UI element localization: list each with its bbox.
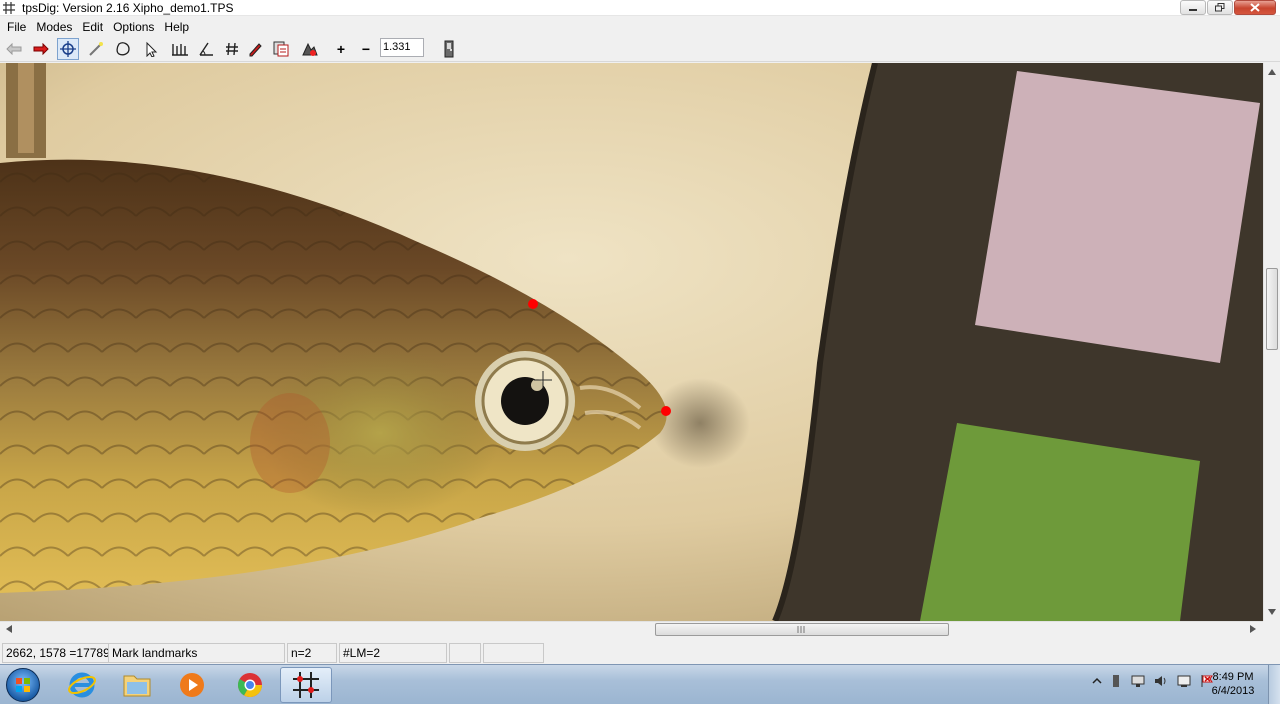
copy-image-icon	[273, 41, 289, 57]
close-icon	[1250, 3, 1260, 12]
horizontal-scroll-thumb[interactable]	[655, 623, 949, 636]
taskbar-chrome[interactable]	[224, 667, 276, 703]
status-landmark-count: n=2	[287, 643, 337, 663]
zoom-in-button[interactable]: +	[330, 38, 352, 60]
window-controls	[1180, 0, 1276, 15]
door-exit-icon	[444, 40, 454, 58]
file-explorer-icon	[123, 675, 151, 697]
media-player-icon	[180, 673, 204, 697]
status-mode: Mark landmarks	[109, 643, 285, 663]
menu-bar: File Modes Edit Options Help	[0, 17, 1280, 36]
volume-icon[interactable]	[1153, 673, 1169, 689]
restore-button[interactable]	[1207, 0, 1233, 15]
hash-icon	[226, 42, 238, 56]
system-clock[interactable]: 8:49 PM 6/4/2013	[1206, 670, 1260, 698]
minimize-button[interactable]	[1180, 0, 1206, 15]
action-center-icon[interactable]	[1176, 673, 1192, 689]
taskbar: 8:49 PM 6/4/2013	[0, 664, 1280, 704]
back-arrow-icon	[6, 43, 22, 55]
scroll-up-icon	[1268, 69, 1276, 75]
grip-icon	[797, 626, 805, 633]
status-field-5	[449, 643, 481, 663]
ruler-tool-button[interactable]	[169, 38, 191, 60]
status-coords: 2662, 1578 =17789E	[2, 643, 109, 663]
show-hidden-icon[interactable]	[1092, 676, 1102, 686]
scroll-corner	[1263, 621, 1280, 637]
vertical-scrollbar[interactable]	[1263, 63, 1280, 621]
exit-button[interactable]	[438, 38, 460, 60]
menu-options[interactable]: Options	[108, 20, 159, 34]
scroll-left-icon	[6, 625, 12, 633]
vertical-scroll-thumb[interactable]	[1266, 268, 1278, 350]
angle-icon	[199, 42, 213, 56]
network-icon[interactable]	[1130, 673, 1146, 689]
clock-date: 6/4/2013	[1211, 685, 1255, 697]
clock-time: 8:49 PM	[1212, 671, 1254, 683]
image-tool-button[interactable]	[298, 38, 320, 60]
landmark-point-1[interactable]	[528, 299, 538, 309]
zoom-in-label: +	[336, 41, 346, 57]
angle-tool-button[interactable]	[195, 38, 217, 60]
select-tool-button[interactable]	[141, 38, 163, 60]
ruler-icon	[172, 44, 188, 56]
next-arrow-icon	[33, 43, 49, 55]
taskbar-media-player[interactable]	[166, 667, 218, 703]
specimen-image	[0, 63, 1263, 621]
taskbar-explorer[interactable]	[111, 667, 163, 703]
draw-tool-button[interactable]	[244, 38, 266, 60]
system-tray	[1092, 673, 1215, 689]
outline-icon	[116, 42, 130, 56]
restore-icon	[1215, 3, 1225, 12]
menu-modes[interactable]: Modes	[31, 20, 77, 34]
scroll-right-icon	[1250, 625, 1256, 633]
start-button[interactable]	[6, 668, 40, 702]
menu-edit[interactable]: Edit	[77, 20, 108, 34]
next-image-button[interactable]	[30, 38, 52, 60]
image-canvas[interactable]	[0, 63, 1263, 621]
taskbar-ie[interactable]	[56, 667, 108, 703]
title-bar: tpsDig: Version 2.16 Xipho_demo1.TPS	[0, 0, 1280, 16]
menu-file[interactable]: File	[2, 20, 31, 34]
show-desktop-button[interactable]	[1268, 665, 1280, 704]
minimize-icon	[1189, 8, 1197, 11]
pencil-icon	[249, 43, 262, 57]
select-arrow-icon	[146, 41, 158, 57]
windows-logo-icon	[16, 678, 30, 692]
zoom-out-button[interactable]: −	[355, 38, 377, 60]
number-tool-button[interactable]	[221, 38, 243, 60]
grid-app-icon	[3, 2, 15, 14]
landmark-tool-button[interactable]	[57, 38, 79, 60]
zoom-input[interactable]: 1.331	[380, 38, 424, 57]
wand-tool-button[interactable]	[85, 38, 107, 60]
internet-explorer-icon	[68, 672, 96, 698]
image-tool-icon	[302, 42, 318, 56]
toolbar: + − 1.331	[0, 36, 1280, 62]
status-field-6	[483, 643, 544, 663]
outline-tool-button[interactable]	[113, 38, 135, 60]
scroll-down-icon	[1268, 609, 1276, 615]
usb-icon[interactable]	[1109, 673, 1123, 689]
close-button[interactable]	[1234, 0, 1276, 15]
menu-help[interactable]: Help	[159, 20, 194, 34]
status-lm-total: #LM=2	[339, 643, 447, 663]
chrome-icon	[237, 673, 262, 698]
horizontal-scrollbar[interactable]	[0, 621, 1263, 637]
landmark-crosshair-icon	[60, 41, 76, 57]
taskbar-tpsdig[interactable]	[280, 667, 332, 703]
wand-icon	[89, 42, 103, 56]
landmark-point-2[interactable]	[661, 406, 671, 416]
window-title: tpsDig: Version 2.16 Xipho_demo1.TPS	[22, 1, 234, 15]
zoom-out-label: −	[361, 41, 371, 57]
copy-image-button[interactable]	[270, 38, 292, 60]
status-bar: 2662, 1578 =17789E Mark landmarks n=2 #L…	[0, 641, 1280, 664]
tpsdig-icon	[293, 672, 319, 698]
prev-image-button[interactable]	[3, 38, 25, 60]
